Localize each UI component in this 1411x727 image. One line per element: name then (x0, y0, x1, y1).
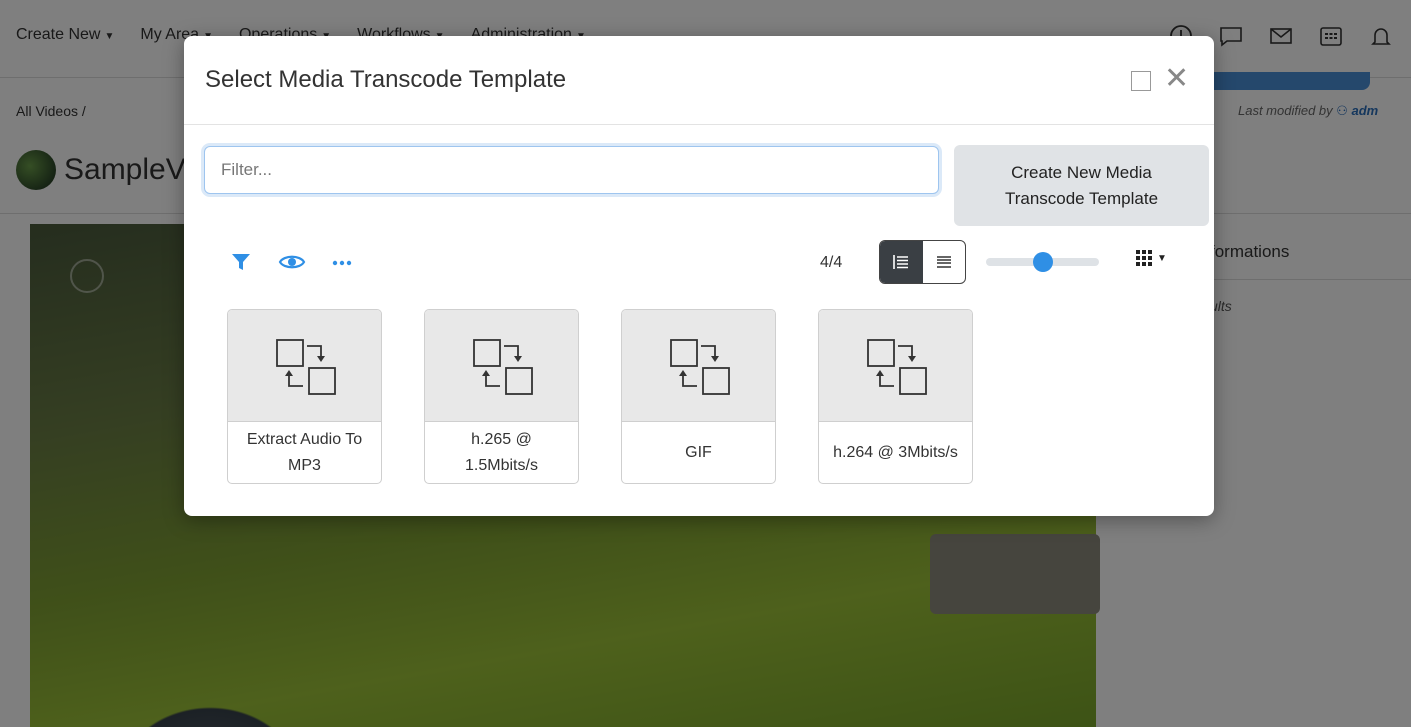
zoom-slider[interactable] (986, 252, 1099, 272)
template-card[interactable]: Extract Audio To MP3 (227, 309, 382, 484)
caret-down-icon: ▼ (1157, 252, 1167, 264)
template-card[interactable]: h.265 @ 1.5Mbits/s (424, 309, 579, 484)
template-card[interactable]: h.264 @ 3Mbits/s (818, 309, 973, 484)
list-view-icon (893, 255, 909, 269)
eye-icon[interactable] (278, 251, 306, 273)
maximize-icon[interactable] (1131, 71, 1151, 91)
select-template-dialog: Select Media Transcode Template ✕ Create… (184, 36, 1214, 516)
transcode-icon (622, 310, 775, 422)
template-card[interactable]: GIF (621, 309, 776, 484)
result-count: 4/4 (820, 254, 843, 271)
transcode-icon (228, 310, 381, 422)
detail-view-icon (936, 256, 951, 268)
template-label: Extract Audio To MP3 (246, 431, 363, 474)
transcode-icon (819, 310, 972, 422)
template-label: h.264 @ 3Mbits/s (833, 444, 958, 461)
template-grid: Extract Audio To MP3 h.265 @ 1.5Mbits/s … (227, 309, 973, 484)
detail-view-button[interactable] (923, 241, 966, 283)
template-label: h.265 @ 1.5Mbits/s (465, 431, 538, 474)
view-mode-toggle (879, 240, 966, 284)
template-label: GIF (685, 444, 712, 461)
close-icon[interactable]: ✕ (1164, 64, 1189, 94)
toolbar-actions (230, 251, 352, 273)
filter-icon[interactable] (230, 251, 252, 273)
dialog-header: Select Media Transcode Template ✕ (184, 36, 1214, 125)
grid-icon (1136, 250, 1152, 266)
filter-input[interactable] (204, 146, 939, 194)
transcode-icon (425, 310, 578, 422)
dialog-title: Select Media Transcode Template (205, 66, 567, 93)
list-view-button[interactable] (880, 241, 923, 283)
create-template-button[interactable]: Create New Media Transcode Template (954, 145, 1209, 226)
slider-thumb[interactable] (1033, 252, 1053, 272)
more-options-icon[interactable] (332, 251, 352, 273)
grid-options-dropdown[interactable]: ▼ (1135, 249, 1167, 267)
